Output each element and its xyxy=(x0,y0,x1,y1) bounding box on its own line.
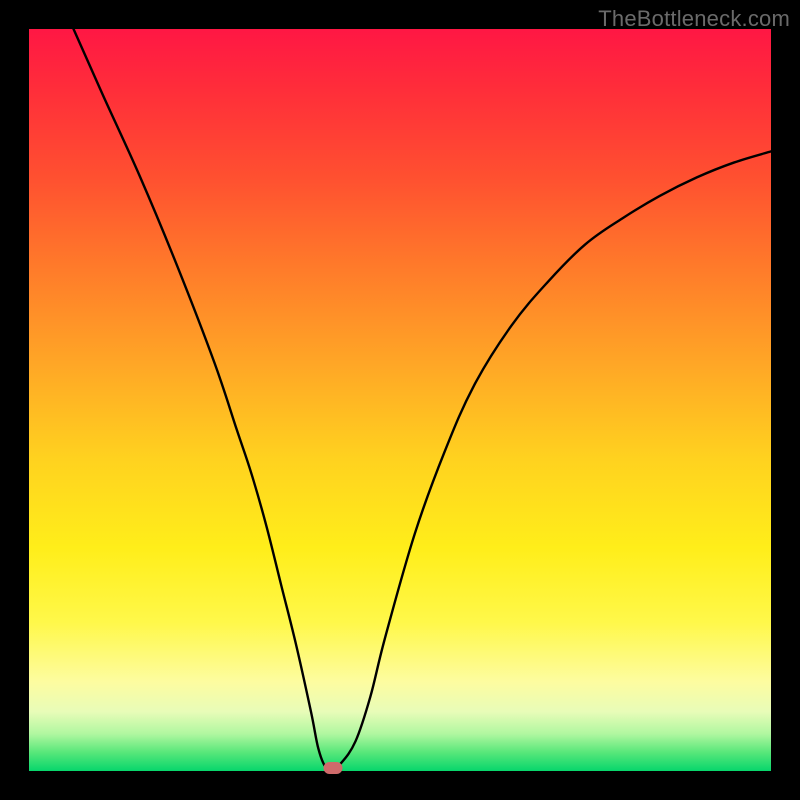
watermark-text: TheBottleneck.com xyxy=(598,6,790,32)
chart-plot-area xyxy=(29,29,771,771)
chart-frame: TheBottleneck.com xyxy=(0,0,800,800)
optimum-marker xyxy=(324,762,343,774)
